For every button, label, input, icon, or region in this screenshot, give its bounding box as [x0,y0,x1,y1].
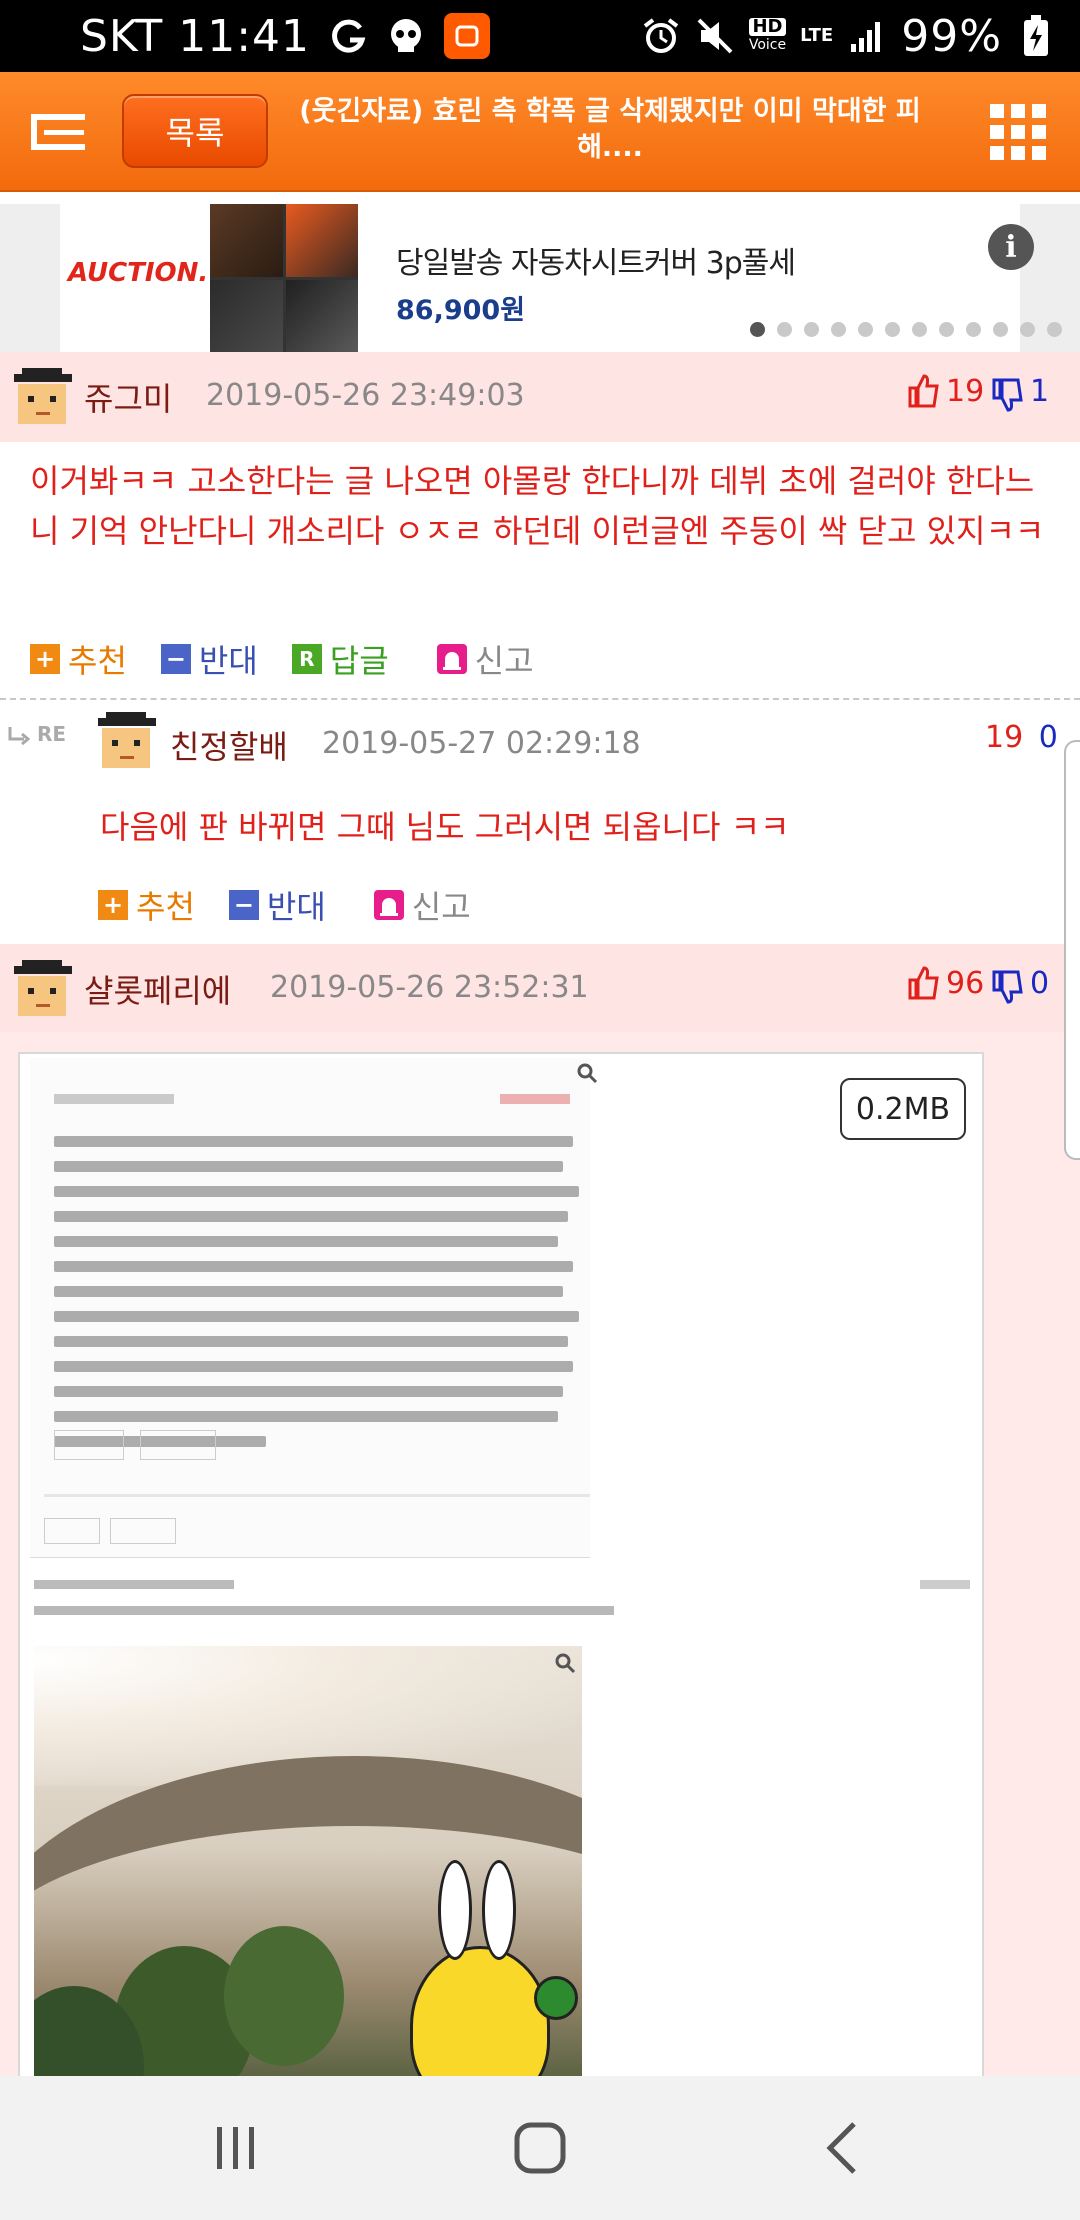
avatar [14,368,72,424]
mi-app-icon [444,13,491,59]
signal-icon [847,16,887,56]
reply-votes: 19 0 [985,720,1058,755]
menu-icon[interactable] [30,110,88,154]
g-icon [328,16,368,56]
report-button[interactable]: 신고 [436,636,534,682]
ad-product-image [210,204,358,352]
screen: SKT 11:41 HD Voice LTE 99% 목록 (웃긴자료) 효린 … [0,0,1080,2220]
home-icon[interactable] [460,2076,620,2220]
system-nav-bar [0,2076,1080,2220]
comment-nickname[interactable]: 쥬그미 [84,374,172,420]
downvote-count: 0 [1030,966,1050,1001]
avatar [14,960,72,1016]
report-button[interactable]: 신고 [373,882,471,928]
ad-pager-dots [750,322,1062,337]
ad-banner[interactable]: AUCTION. 당일발송 자동차시트커버 3p풀세 86,900원 i [0,204,1080,352]
back-icon[interactable] [762,2076,922,2220]
reply-button[interactable]: R 답글 [291,636,389,682]
upvote-count: 19 [985,720,1024,755]
reply-text: 다음에 판 바뀌면 그때 님도 그러시면 되옵니다 ㅋㅋ [100,808,790,846]
thumbs-up-icon[interactable] [906,966,940,1000]
plus-icon: + [30,644,60,674]
minus-icon: − [160,644,191,674]
skull-icon [386,16,426,56]
screenshot-caption [20,1566,982,1626]
status-bar: SKT 11:41 HD Voice LTE 99% [0,0,1080,72]
comment-text: 이거봐ㅋㅋ 고소한다는 글 나오면 아몰랑 한다니까 데뷔 초에 걸러야 한다느… [30,462,1045,550]
page-title: (웃긴자료) 효린 측 학폭 글 삭제됐지만 이미 막대한 피해.... [299,96,921,163]
info-icon[interactable]: i [988,224,1034,270]
plus-icon: + [98,890,128,920]
avatar [98,712,156,768]
comment-header: 쥬그미 2019-05-26 23:49:03 19 1 [0,352,1080,442]
minus-icon: − [228,890,259,920]
upvote-count: 19 [946,374,985,409]
thumbs-down-icon[interactable] [990,378,1024,412]
downvote-count: 1 [1030,374,1050,409]
thumbs-up-icon[interactable] [906,374,940,408]
reply-icon: R [291,644,322,674]
recent-apps-icon[interactable] [156,2076,316,2220]
attachment-area: 0.2MB [0,1032,1080,2082]
reply-marker: RE [8,722,66,746]
oppose-button[interactable]: − 반대 [228,882,326,928]
downvote-count: 0 [1038,720,1058,755]
magnify-icon [555,1653,576,1674]
oppose-button[interactable]: − 반대 [160,636,258,682]
ad-title: 당일발송 자동차시트커버 3p풀세 [396,246,796,281]
hd-voice-indicator: HD Voice [748,16,787,53]
comment-divider [0,698,1080,700]
recommend-button[interactable]: + 추천 [30,636,127,682]
upvote-count: 96 [946,966,985,1001]
mute-icon [695,16,735,56]
file-size-badge: 0.2MB [840,1078,966,1140]
ad-price: 86,900원 [396,295,526,326]
photo-image [34,1646,582,2080]
comment-nickname[interactable]: 샬롯페리에 [84,966,231,1012]
comment-date: 2019-05-26 23:52:31 [270,970,589,1005]
list-button[interactable]: 목록 [122,94,268,168]
comment-actions: + 추천 − 반대 R 답글 신고 [30,636,568,682]
battery-percent: 99% [901,10,1002,62]
reply-nickname[interactable]: 친정할배 [170,722,288,768]
battery-charging-icon [1016,15,1056,56]
comment-header: 샬롯페리에 2019-05-26 23:52:31 96 0 [0,944,1080,1034]
screenshot-text-image [30,1058,598,1558]
ad-brand-logo: AUCTION. [68,258,209,288]
lte-indicator: LTE [800,25,834,46]
app-header: 목록 (웃긴자료) 효린 측 학폭 글 삭제됐지만 이미 막대한 피해.... [0,72,1080,192]
grid-icon[interactable] [990,104,1046,160]
comment-date: 2019-05-26 23:49:03 [206,378,525,413]
recommend-button[interactable]: + 추천 [98,882,195,928]
thumbs-down-icon[interactable] [990,970,1024,1004]
reply-actions: + 추천 − 반대 신고 [98,882,505,928]
scroll-handle[interactable] [1064,740,1080,1160]
alarm-icon [641,16,681,56]
siren-icon [373,890,404,920]
attached-image[interactable]: 0.2MB [18,1052,984,2082]
carrier-time: SKT 11:41 [80,10,311,62]
magnify-icon [577,1063,598,1084]
reply-date: 2019-05-27 02:29:18 [322,726,641,761]
siren-icon [436,644,467,674]
